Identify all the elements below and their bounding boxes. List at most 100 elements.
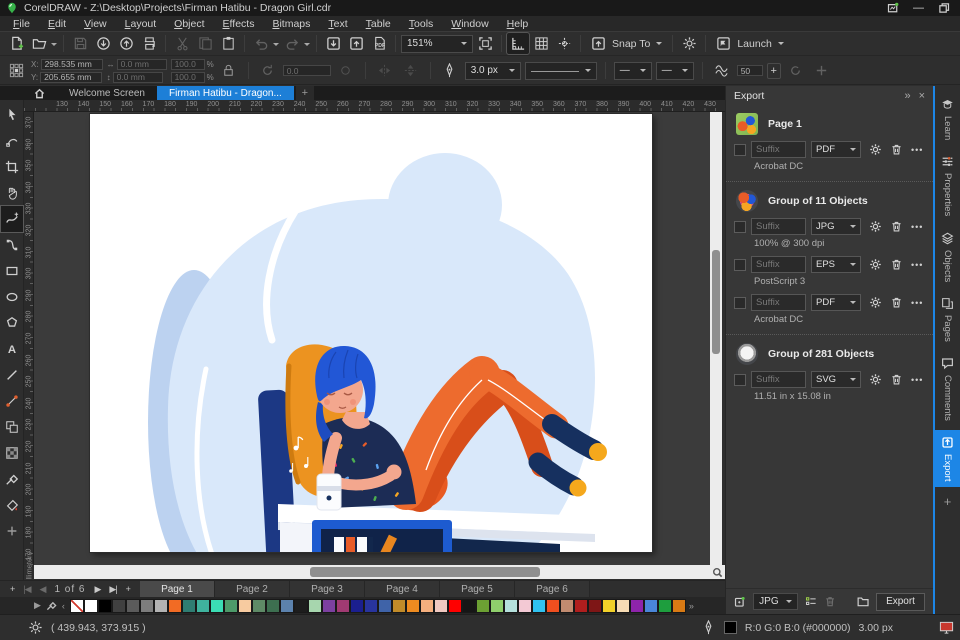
no-color-swatch[interactable] [69,598,84,613]
color-swatch[interactable] [251,598,266,613]
color-swatch[interactable] [615,598,630,613]
restore-button[interactable] [938,2,950,14]
color-swatch[interactable] [391,598,406,613]
export-row-checkbox[interactable] [734,220,746,233]
color-swatch[interactable] [153,598,168,613]
docker-close-icon[interactable]: × [919,90,925,102]
redo-button[interactable] [281,33,303,54]
suffix-input[interactable] [751,256,806,273]
home-tab[interactable] [22,86,57,100]
color-swatch[interactable] [377,598,392,613]
menu-layout[interactable]: Layout [116,18,166,30]
drawing-page[interactable] [90,114,652,565]
minimize-button[interactable]: — [913,3,924,14]
suffix-input[interactable] [751,371,806,388]
dock-tab-pages[interactable]: Pages [935,291,960,348]
color-swatch[interactable] [587,598,602,613]
import-circle-button[interactable] [92,33,114,54]
menu-table[interactable]: Table [357,18,400,30]
tab-active-document[interactable]: Firman Hatibu - Dragon... [156,86,294,100]
previous-page-button[interactable]: ◀ [40,584,47,595]
export-box-button[interactable] [345,33,367,54]
export-row-checkbox[interactable] [734,373,746,386]
menu-bitmaps[interactable]: Bitmaps [263,18,319,30]
delete-row-trash-icon[interactable] [890,373,903,386]
arrow-start-select[interactable]: — [613,61,652,80]
vertical-scrollbar[interactable] [710,112,722,565]
shape-tool[interactable] [1,128,23,154]
rotation-angle-input[interactable] [282,65,331,76]
format-select[interactable]: PDF [811,294,861,311]
menu-help[interactable]: Help [498,18,538,30]
palette-overflow[interactable]: » [689,601,694,611]
delete-row-trash-icon[interactable] [890,143,903,156]
color-swatch[interactable] [279,598,294,613]
add-export-item-icon[interactable] [734,594,746,609]
color-swatch[interactable] [433,598,448,613]
page-tab-page-5[interactable]: Page 5 [439,581,515,597]
suffix-input[interactable] [751,141,806,158]
first-page-button[interactable]: |◀ [23,584,31,595]
smoothing-stepper[interactable]: + [766,62,781,79]
docker-collapse-icon[interactable]: » [904,90,910,102]
format-select[interactable]: SVG [811,371,861,388]
bezier-tool[interactable] [1,232,23,258]
next-page-button[interactable]: ▶ [94,584,101,595]
page-tab-page-4[interactable]: Page 4 [364,581,440,597]
export-row-checkbox[interactable] [734,296,746,309]
status-gear-icon[interactable] [28,620,43,635]
import-box-button[interactable] [322,33,344,54]
delete-row-trash-icon[interactable] [890,296,903,309]
canvas-pasteboard[interactable] [34,112,710,565]
color-swatch[interactable] [139,598,154,613]
last-page-button[interactable]: ▶| [109,584,117,595]
open-button[interactable] [28,33,50,54]
color-swatch[interactable] [335,598,350,613]
guides-button[interactable] [553,33,575,54]
scale-x-input[interactable] [170,58,205,70]
crop-tool[interactable] [1,154,23,180]
eyedropper-tool[interactable] [1,466,23,492]
pdf-button[interactable]: PDF [368,33,390,54]
color-swatch[interactable] [475,598,490,613]
more-options-icon[interactable]: ••• [911,222,923,232]
page-tab-page-2[interactable]: Page 2 [214,581,290,597]
dock-tab-learn[interactable]: Learn [935,92,960,146]
dock-tab-comments[interactable]: Comments [935,351,960,427]
color-swatch[interactable] [97,598,112,613]
color-swatch[interactable] [307,598,322,613]
snap-to-select[interactable]: Snap To [586,35,667,53]
export-settings-gear-icon[interactable] [869,296,882,309]
blend-tool[interactable] [1,414,23,440]
copy-button[interactable] [194,33,216,54]
arrow-end-select[interactable]: — [655,61,694,80]
launch-select[interactable]: Launch [711,35,788,53]
color-swatch[interactable] [349,598,364,613]
rulers-button[interactable] [506,32,530,55]
export-row-checkbox[interactable] [734,143,746,156]
object-width-input[interactable] [116,58,167,70]
color-swatch[interactable] [293,598,308,613]
color-swatch[interactable] [125,598,140,613]
color-swatch[interactable] [545,598,560,613]
color-swatch[interactable] [447,598,462,613]
format-select[interactable]: PDF [811,141,861,158]
menu-object[interactable]: Object [165,18,213,30]
connector-tool[interactable] [1,388,23,414]
outline-width-select[interactable]: 3.0 px [464,61,521,80]
menu-effects[interactable]: Effects [214,18,264,30]
smoothing-input[interactable] [736,65,763,76]
export-settings-gear-icon[interactable] [869,143,882,156]
object-height-input[interactable] [112,71,163,83]
delete-export-item-icon[interactable] [824,594,836,609]
gear-button[interactable] [678,33,700,54]
color-swatch[interactable] [209,598,224,613]
menu-tools[interactable]: Tools [400,18,443,30]
document-color-settings-icon[interactable] [939,620,954,635]
color-swatch[interactable] [419,598,434,613]
color-swatch[interactable] [167,598,182,613]
more-tool[interactable] [1,518,23,544]
menu-view[interactable]: View [75,18,116,30]
color-swatch[interactable] [195,598,210,613]
add-page-button[interactable]: + [10,584,15,594]
